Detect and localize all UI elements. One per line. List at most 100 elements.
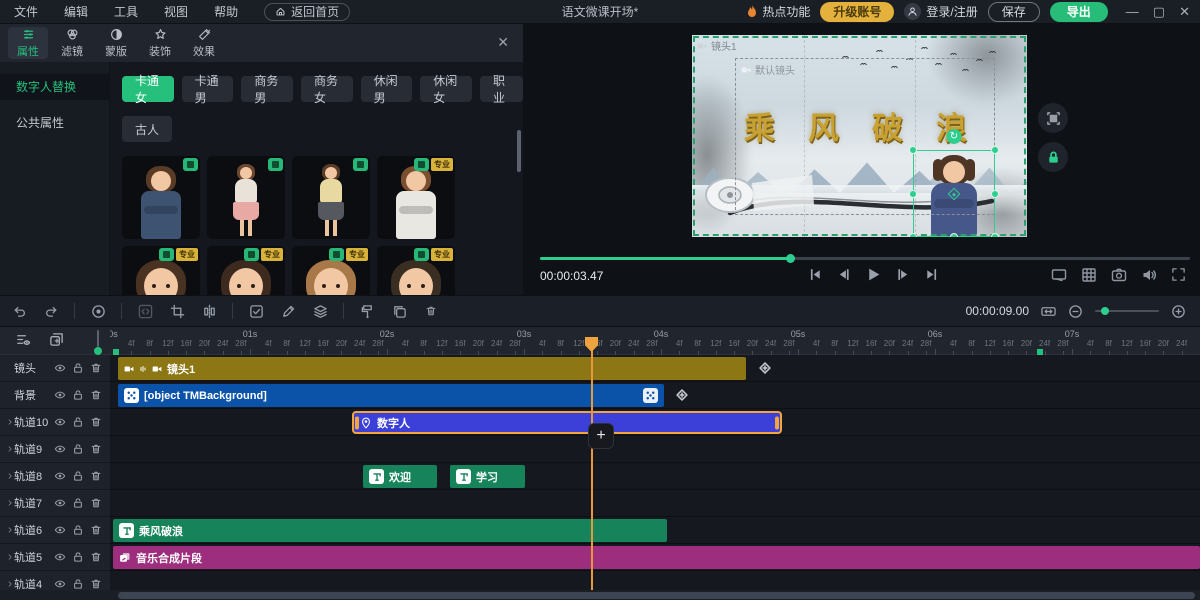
snapshot-icon[interactable] (1110, 266, 1127, 283)
minimize-button[interactable]: — (1126, 4, 1139, 20)
trash-icon[interactable] (90, 524, 102, 536)
track-lane-轨道8[interactable] (110, 463, 1200, 490)
display-mode-icon[interactable] (1050, 266, 1067, 283)
rotate-handle[interactable]: ↻ (947, 129, 962, 144)
add-at-playhead-button[interactable]: + (588, 423, 614, 449)
time-ruler[interactable]: 0s4f8f12f16f20f24f28f01s4f8f12f16f20f24f… (110, 327, 1200, 355)
delete-button[interactable] (418, 300, 444, 322)
trim-handle-right[interactable] (775, 416, 779, 429)
trash-icon[interactable] (90, 551, 102, 563)
eye-icon[interactable] (54, 551, 66, 563)
trash-icon[interactable] (90, 416, 102, 428)
eye-icon[interactable] (54, 470, 66, 482)
category-商务女[interactable]: 商务女 (301, 76, 353, 102)
maximize-button[interactable]: ▢ (1153, 4, 1165, 20)
lock-button[interactable] (1038, 142, 1068, 172)
eye-icon[interactable] (54, 497, 66, 509)
prev-frame-button[interactable] (834, 264, 854, 284)
panel-tab-3[interactable]: 装饰 (140, 27, 180, 59)
clip-数字人[interactable]: 数字人 (352, 411, 782, 434)
lock-icon[interactable] (72, 578, 84, 590)
eye-icon[interactable] (54, 389, 66, 401)
horizontal-scrollbar[interactable] (118, 592, 1195, 599)
menu-item-2[interactable]: 工具 (114, 3, 138, 20)
chevron-right-icon[interactable] (0, 498, 14, 508)
flip-button[interactable] (196, 300, 222, 322)
back-home-button[interactable]: 返回首页 (264, 3, 350, 21)
lock-icon[interactable] (72, 443, 84, 455)
trim-handle-left[interactable] (355, 416, 359, 429)
clip-乘风破浪[interactable]: 乘风破浪 (113, 519, 667, 542)
trash-icon[interactable] (90, 362, 102, 374)
resize-handle[interactable] (950, 233, 958, 237)
edit-button[interactable] (275, 300, 301, 322)
resize-handle[interactable] (991, 233, 999, 237)
resize-handle[interactable] (991, 146, 999, 154)
eye-icon[interactable] (54, 524, 66, 536)
menu-item-4[interactable]: 帮助 (214, 3, 238, 20)
category-职业[interactable]: 职业 (480, 76, 523, 102)
close-window-button[interactable]: ✕ (1179, 4, 1190, 20)
fit-timeline-icon[interactable] (1041, 304, 1056, 319)
export-button[interactable]: 导出 (1050, 2, 1108, 22)
eye-icon[interactable] (54, 416, 66, 428)
skip-end-button[interactable] (921, 264, 941, 284)
play-button[interactable] (863, 264, 883, 284)
category-古人[interactable]: 古人 (122, 116, 172, 142)
grid-toggle-icon[interactable] (1080, 266, 1097, 283)
category-卡通男[interactable]: 卡通男 (182, 76, 234, 102)
avatar-thumbnail-2[interactable] (292, 156, 370, 239)
layers-button[interactable] (307, 300, 333, 322)
avatar-thumbnail-1[interactable] (207, 156, 285, 239)
next-frame-button[interactable] (892, 264, 912, 284)
resize-handle[interactable] (991, 190, 999, 198)
chevron-right-icon[interactable] (0, 525, 14, 535)
eye-icon[interactable] (54, 578, 66, 590)
panel-tab-0[interactable]: 属性 (8, 27, 48, 59)
crop-button[interactable] (164, 300, 190, 322)
lock-icon[interactable] (72, 416, 84, 428)
chevron-right-icon[interactable] (0, 552, 14, 562)
upgrade-account-button[interactable]: 升级账号 (820, 2, 894, 22)
sidebar-item-0[interactable]: 数字人替换 (0, 74, 109, 100)
add-track-icon[interactable] (49, 332, 64, 347)
sidebar-item-1[interactable]: 公共属性 (0, 110, 109, 136)
trash-icon[interactable] (90, 389, 102, 401)
zoom-slider-knob[interactable] (1101, 307, 1109, 315)
preview-canvas[interactable]: 乘风破浪 ↻ (692, 35, 1027, 237)
fit-selection-button[interactable] (1038, 103, 1068, 133)
login-button[interactable]: 登录/注册 (904, 3, 977, 20)
avatar-thumbnail-7[interactable]: 专业 (377, 246, 455, 295)
redo-button[interactable] (38, 300, 64, 322)
eye-icon[interactable] (54, 443, 66, 455)
timeline-start-marker[interactable] (97, 330, 99, 347)
panel-tab-1[interactable]: 滤镜 (52, 27, 92, 59)
clip-欢迎[interactable]: 欢迎 (363, 465, 437, 488)
lock-icon[interactable] (72, 524, 84, 536)
menu-item-0[interactable]: 文件 (14, 3, 38, 20)
track-manager-icon[interactable] (16, 332, 31, 347)
hot-features-button[interactable]: 热点功能 (746, 3, 810, 20)
avatar-thumbnail-3[interactable]: 专业 (377, 156, 455, 239)
selection-box[interactable]: ↻ (913, 150, 995, 237)
trash-icon[interactable] (90, 578, 102, 590)
resize-handle[interactable] (909, 146, 917, 154)
avatar-thumbnail-4[interactable]: 专业 (122, 246, 200, 295)
progress-knob[interactable] (786, 254, 795, 263)
trash-icon[interactable] (90, 443, 102, 455)
timeline-zoom-slider[interactable] (1095, 310, 1159, 312)
panel-scrollbar[interactable] (517, 130, 521, 172)
category-休闲女[interactable]: 休闲女 (420, 76, 472, 102)
select-clips-button[interactable] (243, 300, 269, 322)
resize-handle[interactable] (909, 190, 917, 198)
track-lane-轨道7[interactable] (110, 490, 1200, 517)
lock-icon[interactable] (72, 551, 84, 563)
image-noise-icon[interactable] (643, 388, 658, 403)
resize-handle[interactable] (909, 233, 917, 237)
undo-button[interactable] (6, 300, 32, 322)
chevron-right-icon[interactable] (0, 579, 14, 589)
lock-icon[interactable] (72, 470, 84, 482)
clip-学习[interactable]: 学习 (450, 465, 525, 488)
panel-tab-2[interactable]: 蒙版 (96, 27, 136, 59)
track-lane-轨道9[interactable] (110, 436, 1200, 463)
